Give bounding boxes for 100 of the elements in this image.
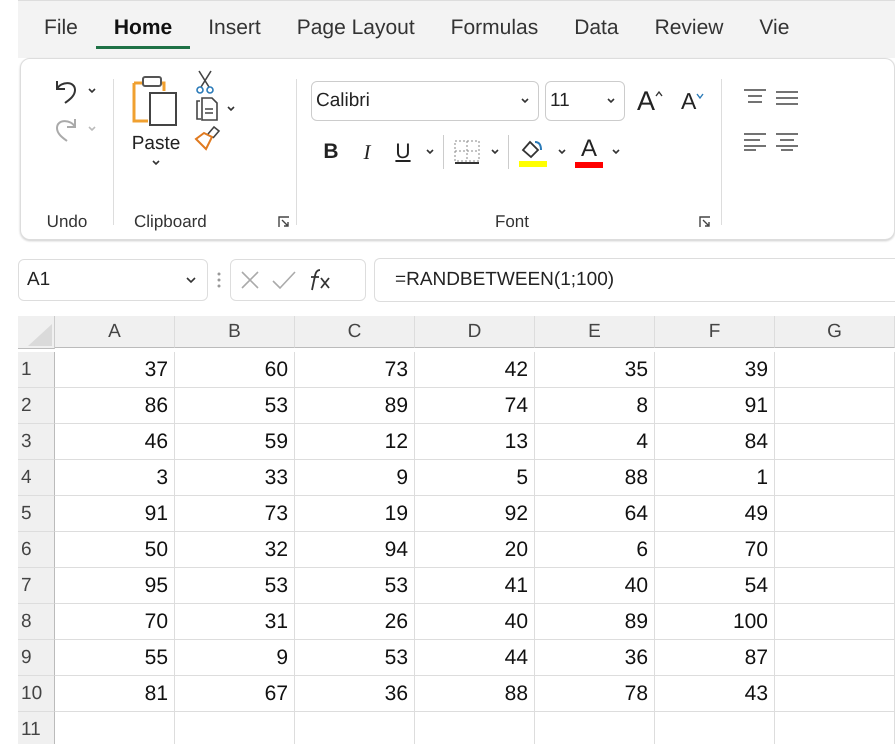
ribbon-tab[interactable]: Home [96, 10, 190, 49]
table-cell: 39 [655, 352, 775, 388]
table-cell: 86 [55, 388, 175, 424]
table-cell: 84 [655, 424, 775, 460]
column-header[interactable]: B [175, 316, 295, 348]
borders-icon[interactable] [452, 138, 482, 166]
table-cell: 73 [295, 352, 415, 388]
chevron-icon [520, 97, 530, 105]
ribbon-tab[interactable]: Review [636, 10, 742, 49]
table-cell: 3 [55, 460, 175, 496]
table-cell: 53 [175, 388, 295, 424]
copy-icon[interactable] [194, 95, 220, 123]
caret-icon [655, 90, 664, 98]
bold-button[interactable]: B [317, 140, 345, 164]
table-cell: 9 [295, 460, 415, 496]
table-cell: 89 [535, 604, 655, 640]
row-header[interactable]: 7 [18, 568, 55, 604]
column-header[interactable]: D [415, 316, 535, 348]
italic-button[interactable]: I [353, 140, 381, 164]
table-cell: 92 [415, 496, 535, 532]
font-name-dropdown[interactable]: Calibri [311, 81, 539, 121]
row-header[interactable]: 9 [18, 640, 55, 676]
ribbon-tab[interactable]: Vie [741, 10, 808, 49]
chevron-icon[interactable] [226, 105, 236, 113]
table-cell: 70 [55, 604, 175, 640]
grow-font-button[interactable]: A [631, 86, 670, 116]
table-cell: 64 [535, 496, 655, 532]
chevron-icon[interactable] [490, 148, 500, 156]
table-cell: 36 [535, 640, 655, 676]
column-header[interactable]: E [535, 316, 655, 348]
table-cell: 74 [415, 388, 535, 424]
table-cell: 91 [655, 388, 775, 424]
ribbon-tab[interactable]: Page Layout [278, 10, 433, 49]
row-header[interactable]: 5 [18, 496, 55, 532]
table-cell: 8 [535, 388, 655, 424]
row-header[interactable]: 6 [18, 532, 55, 568]
table-cell: 37 [55, 352, 175, 388]
chevron-icon[interactable] [611, 148, 621, 156]
table-cell: 26 [295, 604, 415, 640]
column-header[interactable]: C [295, 316, 415, 348]
table-cell: 87 [655, 640, 775, 676]
table-cell: 31 [175, 604, 295, 640]
scissors-icon[interactable] [194, 69, 216, 95]
check-icon[interactable] [271, 269, 297, 291]
table-cell: 53 [295, 568, 415, 604]
align-center-icon[interactable] [774, 131, 800, 151]
shrink-font-button[interactable]: A [675, 88, 710, 114]
row-header[interactable]: 1 [18, 352, 55, 388]
font-color-button[interactable]: A [578, 136, 600, 160]
table-cell: 59 [175, 424, 295, 460]
chevron-icon[interactable] [557, 148, 567, 156]
color-bar [575, 162, 603, 168]
table-cell: 12 [295, 424, 415, 460]
more-icon [216, 270, 222, 290]
table-cell: 88 [415, 676, 535, 712]
ribbon-tab[interactable]: Formulas [432, 10, 556, 49]
table-cell: 53 [175, 568, 295, 604]
align-left-icon[interactable] [742, 131, 768, 151]
dialog-launcher-icon[interactable] [699, 216, 711, 228]
ribbon-tab[interactable]: Insert [190, 10, 279, 49]
row-header[interactable]: 10 [18, 676, 55, 712]
name-box[interactable]: A1 [18, 259, 208, 301]
paste-button[interactable]: Paste [126, 67, 186, 187]
chevron-icon [151, 159, 161, 167]
chevron-icon[interactable] [425, 148, 435, 156]
table-cell: 91 [55, 496, 175, 532]
table-cell: 6 [535, 532, 655, 568]
row-header[interactable]: 3 [18, 424, 55, 460]
column-header[interactable]: A [55, 316, 175, 348]
underline-button[interactable]: U [389, 140, 417, 164]
table-cell: 43 [655, 676, 775, 712]
table-cell: 40 [415, 604, 535, 640]
dialog-launcher-icon[interactable] [278, 216, 290, 228]
font-size-dropdown[interactable]: 11 [545, 81, 625, 121]
table-cell: 20 [415, 532, 535, 568]
table-cell: 94 [295, 532, 415, 568]
chevron-icon[interactable] [87, 87, 97, 95]
table-cell: 70 [655, 532, 775, 568]
column-header[interactable]: F [655, 316, 775, 348]
table-cell: 41 [415, 568, 535, 604]
format-painter-icon[interactable] [194, 123, 222, 151]
table-cell: 95 [55, 568, 175, 604]
row-header[interactable]: 11 [18, 712, 55, 744]
row-header[interactable]: 4 [18, 460, 55, 496]
table-cell: 46 [55, 424, 175, 460]
table-cell: 50 [55, 532, 175, 568]
row-header[interactable]: 2 [18, 388, 55, 424]
table-cell: 81 [55, 676, 175, 712]
ribbon-tab[interactable]: File [26, 10, 96, 49]
table-cell: 36 [295, 676, 415, 712]
ribbon-tab[interactable]: Data [556, 10, 637, 49]
table-cell: 9 [175, 640, 295, 676]
row-header[interactable]: 8 [18, 604, 55, 640]
formula-field[interactable]: =RANDBETWEEN(1;100) [374, 258, 895, 302]
table-cell: 73 [175, 496, 295, 532]
table-cell: 40 [535, 568, 655, 604]
table-cell: 60 [175, 352, 295, 388]
column-header[interactable]: G [775, 316, 895, 348]
table-cell: 4 [535, 424, 655, 460]
table-cell: 78 [535, 676, 655, 712]
